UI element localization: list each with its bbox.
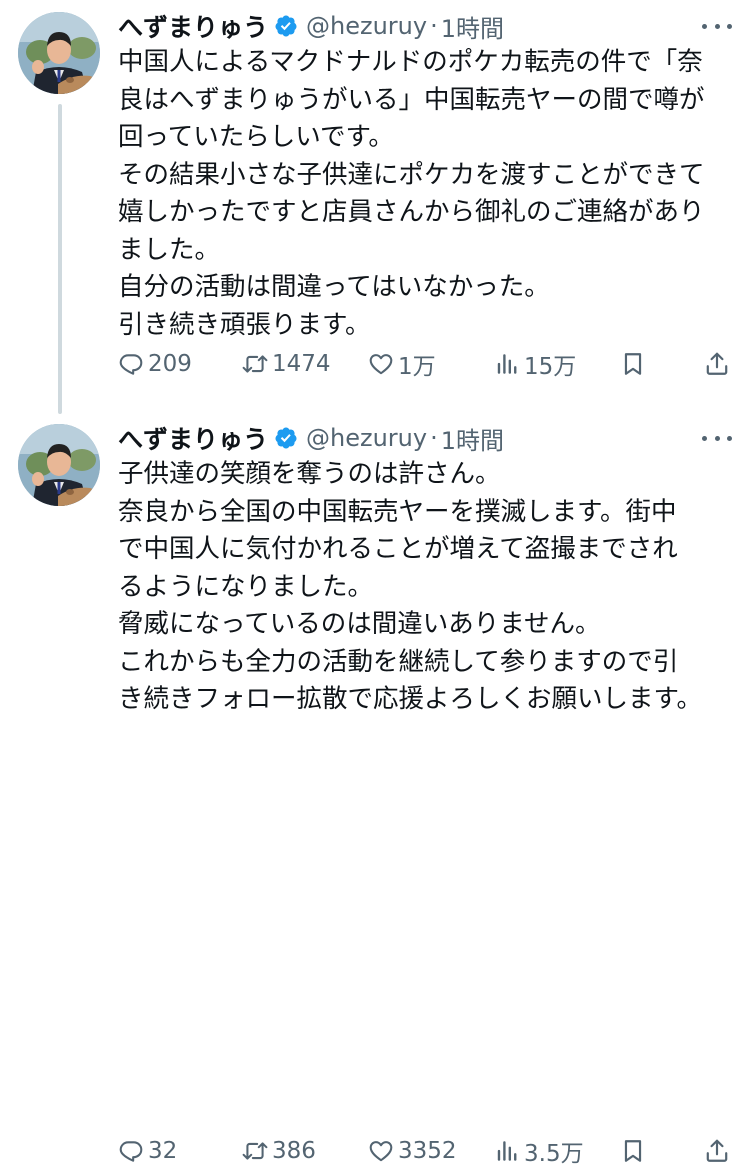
bookmark-icon [624, 353, 642, 375]
reply-icon [119, 1141, 143, 1162]
tweet-text-line: 回っていたらしいです。 [118, 122, 394, 152]
tweet-text-line: 子供達の笑顔を奪うのは許さん。 [118, 459, 501, 489]
views-button[interactable]: 3.5万 [494, 1135, 584, 1167]
retweet-count: 386 [272, 1138, 316, 1164]
timestamp[interactable]: 1時間 [441, 9, 504, 44]
views-chart-icon [497, 1141, 517, 1161]
retweet-count: 1474 [272, 351, 331, 377]
tweet-text-line: その結果小さな子供達にポケカを渡すことができて [118, 159, 705, 190]
verified-badge-icon [275, 15, 297, 37]
reply-count: 209 [148, 351, 192, 377]
tweet-text: 中国人によるマクドナルドのポケカ転売の件で「奈 良はへずまりゅうがいる」中国転売… [118, 44, 738, 344]
heart-icon [369, 354, 393, 375]
like-count: 3352 [398, 1138, 457, 1164]
tweet-text: 子供達の笑顔を奪うのは許さん。 奈良から全国の中国転売ヤーを撲滅します。街中 で… [118, 456, 738, 719]
tweet-actions: 209 1474 1万 15万 [118, 348, 732, 380]
bookmark-icon [624, 1140, 642, 1162]
avatar[interactable] [18, 424, 100, 506]
tweet-header: へずまりゅう @hezuruy · 1時間 [118, 420, 732, 456]
retweet-button[interactable]: 1474 [242, 348, 331, 380]
retweet-icon [242, 1142, 268, 1160]
tweet-text-line: これからも全力の活動を継続して参りますので引 [118, 646, 679, 677]
tweet-text-line: 自分の活動は間違ってはいなかった。 [118, 272, 550, 302]
tweet-text-line: 奈良から全国の中国転売ヤーを撲滅します。街中 [118, 496, 677, 527]
tweet-text-line: 脅威になっているのは間違いありません。 [118, 609, 601, 639]
views-count: 3.5万 [524, 1141, 584, 1167]
user-handle[interactable]: @hezuruy [306, 424, 427, 452]
avatar[interactable] [18, 12, 100, 94]
bookmark-button[interactable] [620, 1135, 650, 1167]
reply-icon [119, 354, 143, 375]
more-dots-icon[interactable] [702, 12, 732, 40]
like-button[interactable]: 1万 [368, 348, 436, 380]
tweet-header: へずまりゅう @hezuruy · 1時間 [118, 8, 732, 44]
share-button[interactable] [704, 1135, 734, 1167]
views-count: 15万 [524, 354, 577, 380]
separator-dot: · [430, 424, 438, 452]
retweet-icon [242, 355, 268, 373]
tweet-text-line: るようになりました。 [118, 571, 374, 602]
bookmark-button[interactable] [620, 348, 650, 380]
heart-icon [369, 1141, 393, 1162]
tweet-text-line: き続きフォロー拡散で応援よろしくお願いします。 [118, 684, 702, 714]
verified-badge-icon [275, 427, 297, 449]
share-button[interactable] [704, 348, 734, 380]
tweet-text-line: で中国人に気付かれることが増えて盗撮までされ [118, 534, 678, 564]
tweet-text-line: ました。 [118, 234, 221, 265]
views-button[interactable]: 15万 [494, 348, 576, 380]
share-icon [706, 1139, 728, 1162]
user-handle[interactable]: @hezuruy [306, 12, 427, 40]
reply-button[interactable]: 209 [118, 348, 192, 380]
tweet-actions: 32 386 3352 3.5万 [118, 1135, 732, 1167]
separator-dot: · [430, 12, 438, 40]
tweet-text-line: 良はへずまりゅうがいる」中国転売ヤーの間で噂が [118, 84, 705, 115]
thread-connector-line [58, 104, 62, 414]
timestamp[interactable]: 1時間 [441, 421, 504, 456]
share-icon [706, 352, 728, 375]
tweet-text-line: 引き続き頑張ります。 [118, 309, 371, 340]
tweet-text-line: 中国人によるマクドナルドのポケカ転売の件で「奈 [118, 47, 703, 77]
display-name[interactable]: へずまりゅう [118, 8, 268, 44]
reply-count: 32 [148, 1138, 178, 1164]
like-count: 1万 [398, 354, 436, 380]
display-name[interactable]: へずまりゅう [118, 420, 268, 456]
reply-button[interactable]: 32 [118, 1135, 177, 1167]
views-chart-icon [497, 354, 517, 374]
more-dots-icon[interactable] [702, 424, 732, 452]
retweet-button[interactable]: 386 [242, 1135, 316, 1167]
like-button[interactable]: 3352 [368, 1135, 457, 1167]
tweet-text-line: 嬉しかったですと店員さんから御礼のご連絡があり [118, 197, 705, 227]
